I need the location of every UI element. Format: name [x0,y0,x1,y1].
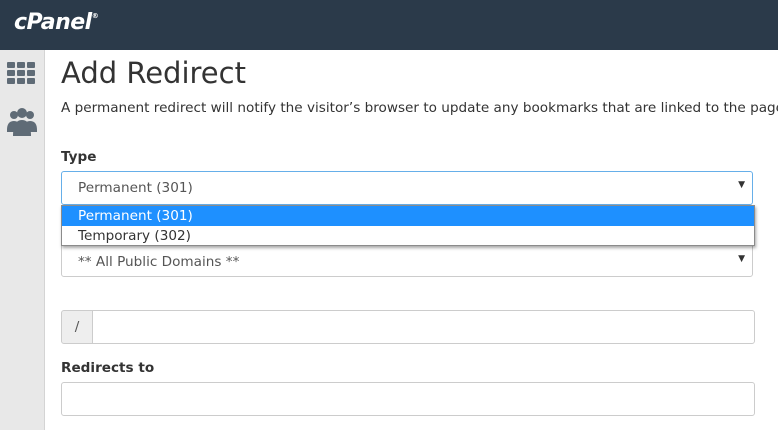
sidebar [0,50,45,430]
cpanel-logo[interactable]: cPanel® [14,10,99,35]
page-title: Add Redirect [61,56,246,90]
registered-mark: ® [91,12,99,20]
page-description: A permanent redirect will notify the vis… [61,100,778,116]
type-option-temporary[interactable]: Temporary (302) [62,226,754,246]
type-label: Type [61,149,97,165]
type-option-permanent[interactable]: Permanent (301) [62,206,754,226]
logo-text: cPanel [14,10,92,35]
type-select-value: Permanent (301) [78,180,193,196]
top-navbar: cPanel® [0,0,778,50]
redirects-to-input[interactable] [61,382,755,416]
chevron-down-icon: ▼ [738,180,745,190]
main-content: Add Redirect A permanent redirect will n… [45,50,778,430]
type-select[interactable]: Permanent (301) ▼ [61,171,753,205]
domain-select[interactable]: ** All Public Domains ** ▼ [61,243,753,277]
chevron-down-icon: ▼ [738,254,745,264]
path-input[interactable] [92,310,755,344]
path-prefix: / [61,310,93,344]
users-icon[interactable] [7,106,37,142]
grid-icon[interactable] [7,62,35,88]
domain-select-value: ** All Public Domains ** [78,254,240,270]
type-dropdown-list: Permanent (301) Temporary (302) [61,205,755,246]
redirects-to-label: Redirects to [61,360,155,376]
